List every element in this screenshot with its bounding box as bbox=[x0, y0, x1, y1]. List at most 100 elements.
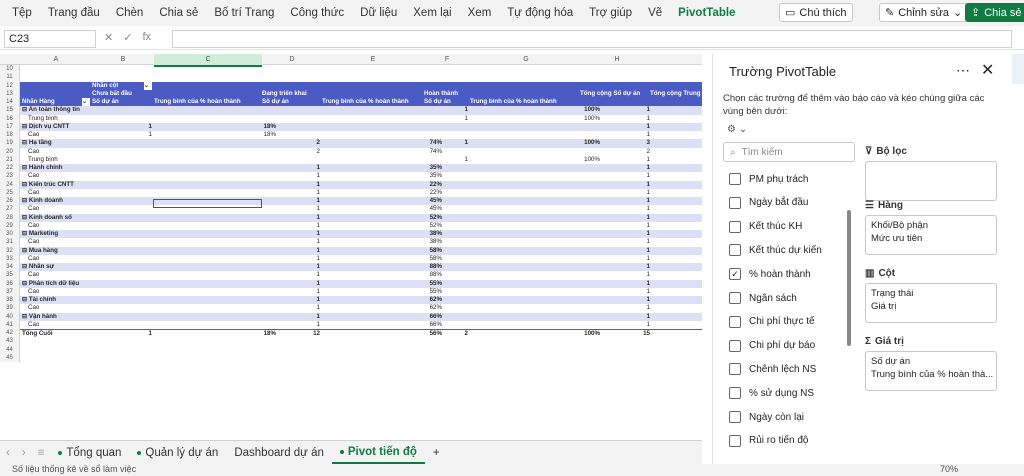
table-row[interactable]: Cao 1 52% 1 bbox=[20, 221, 702, 230]
row-number[interactable]: 45 bbox=[0, 353, 20, 362]
column-header[interactable]: C bbox=[154, 54, 262, 67]
table-row[interactable]: Trung bình 1 100% 1 bbox=[20, 155, 702, 164]
all-sheets-icon[interactable]: ≡ bbox=[32, 447, 51, 459]
share-button[interactable]: ⇪ Chia sẻ bbox=[965, 3, 1024, 22]
row-number[interactable]: 41 bbox=[0, 320, 20, 329]
values-drop-zone[interactable]: Số dự án Trung bình của % hoàn thà... bbox=[865, 351, 997, 391]
row-number[interactable]: 10 bbox=[0, 65, 20, 74]
ribbon-tab[interactable]: Tự động hóa bbox=[499, 7, 581, 19]
field-item[interactable]: Kết thúc KH bbox=[723, 216, 853, 238]
field-checkbox[interactable] bbox=[729, 363, 741, 376]
field-checkbox[interactable] bbox=[729, 244, 741, 257]
table-row[interactable]: ⊟ Hành chính 1 35% 1 bbox=[20, 164, 702, 173]
row-number[interactable]: 11 bbox=[0, 73, 20, 82]
columns-drop-zone[interactable]: Trạng thái Giá trị bbox=[865, 283, 997, 323]
field-search-input[interactable]: ⌕ Tìm kiếm bbox=[723, 142, 855, 162]
ribbon-tab[interactable]: Trang đầu bbox=[40, 7, 108, 19]
row-number[interactable]: 29 bbox=[0, 221, 20, 230]
field-checkbox[interactable] bbox=[729, 220, 741, 233]
table-row[interactable]: ⊟ Kiến trúc CNTT 1 22% 1 bbox=[20, 180, 702, 189]
row-number[interactable]: 30 bbox=[0, 230, 20, 239]
table-row[interactable]: Cao 1 22% 1 bbox=[20, 188, 702, 197]
table-row[interactable]: Cao 1 18% 1 bbox=[20, 131, 702, 140]
columns-item[interactable]: Trạng thái bbox=[871, 287, 991, 300]
table-row[interactable]: Cao 1 58% 1 bbox=[20, 254, 702, 263]
field-checkbox[interactable] bbox=[729, 315, 741, 328]
table-row[interactable]: Cao 1 55% 1 bbox=[20, 287, 702, 296]
column-header[interactable]: A bbox=[20, 54, 92, 65]
row-number[interactable]: 43 bbox=[0, 337, 20, 346]
cancel-icon[interactable]: ✕ bbox=[104, 31, 113, 44]
table-row[interactable]: ⊟ Dịch vụ CNTT 1 18% 1 bbox=[20, 122, 702, 131]
ribbon-tab[interactable]: Chèn bbox=[108, 7, 152, 19]
table-row[interactable]: Trung bình 1 100% 1 bbox=[20, 114, 702, 123]
columns-item[interactable]: Giá trị bbox=[871, 300, 991, 313]
table-row[interactable]: Cao 1 38% 1 bbox=[20, 238, 702, 247]
sheet-tab[interactable]: Tổng quan bbox=[50, 447, 129, 459]
field-item[interactable]: % sử dụng NS bbox=[723, 382, 853, 404]
column-header[interactable]: H bbox=[582, 54, 652, 65]
field-item[interactable]: Ngân sách bbox=[723, 287, 853, 309]
row-number[interactable]: 26 bbox=[0, 197, 20, 206]
ribbon-tab[interactable]: PivotTable bbox=[670, 7, 743, 19]
row-number[interactable]: 32 bbox=[0, 246, 20, 255]
table-row[interactable]: ⊟ An toàn thông tin 1 100% 1 bbox=[20, 106, 702, 115]
sheet-tab[interactable]: Quản lý dự án bbox=[129, 447, 226, 459]
row-number[interactable]: 12 bbox=[0, 81, 20, 90]
row-number[interactable]: 13 bbox=[0, 89, 20, 98]
table-row[interactable]: Cao 1 35% 1 bbox=[20, 172, 702, 181]
gear-icon[interactable]: ⚙ ⌄ bbox=[727, 124, 747, 135]
table-row[interactable]: ⊟ Tài chính 1 62% 1 bbox=[20, 296, 702, 305]
ribbon-tab[interactable]: Xem bbox=[460, 7, 500, 19]
ribbon-tab[interactable]: Công thức bbox=[282, 7, 352, 19]
column-header[interactable]: E bbox=[322, 54, 424, 65]
row-number[interactable]: 31 bbox=[0, 238, 20, 247]
row-number[interactable]: 17 bbox=[0, 122, 20, 131]
ribbon-tab[interactable]: Chia sẻ bbox=[151, 7, 206, 19]
ribbon-tab[interactable]: Dữ liệu bbox=[352, 7, 405, 19]
field-checkbox[interactable] bbox=[729, 173, 741, 185]
field-list-scrollbar[interactable] bbox=[847, 210, 851, 346]
row-number[interactable]: 44 bbox=[0, 345, 20, 354]
field-checkbox[interactable] bbox=[729, 292, 741, 304]
row-number[interactable]: 35 bbox=[0, 271, 20, 280]
filter-drop-zone[interactable] bbox=[865, 161, 997, 201]
side-pane-toggle[interactable] bbox=[1012, 54, 1024, 84]
spreadsheet-grid[interactable]: ABCDEFGH 10 11 12 Nhãn cột ⌄ 13 Chưa bắt đầu Đa… bbox=[0, 54, 702, 439]
field-item[interactable]: Chênh lệch NS bbox=[723, 358, 853, 380]
table-row[interactable]: ⊟ Mua hàng 1 58% 1 bbox=[20, 246, 702, 255]
field-checkbox[interactable] bbox=[729, 387, 741, 400]
field-item[interactable]: Rủi ro tiến độ bbox=[723, 430, 853, 452]
table-row[interactable]: ⊟ Nhân sự 1 88% 1 bbox=[20, 263, 702, 272]
table-row[interactable]: Cao 2 74% 2 bbox=[20, 147, 702, 156]
row-number[interactable]: 37 bbox=[0, 287, 20, 296]
check-icon[interactable]: ✓ bbox=[123, 31, 132, 44]
field-checkbox[interactable] bbox=[729, 196, 741, 209]
row-number[interactable]: 22 bbox=[0, 164, 20, 173]
values-item[interactable]: Trung bình của % hoàn thà... bbox=[871, 368, 993, 381]
row-number[interactable]: 28 bbox=[0, 213, 20, 222]
table-row[interactable]: Cao 1 45% 1 bbox=[20, 205, 702, 214]
pivot-header-row[interactable]: Nhãn Hàng Số dự án Trung bình của % hoàn t… bbox=[20, 98, 702, 107]
field-item[interactable]: Kết thúc dự kiến bbox=[723, 239, 853, 261]
add-sheet-button[interactable]: + bbox=[425, 447, 448, 459]
grand-total-row[interactable]: Tổng Cuối 1 18% 12 56% 2 100% 15 bbox=[20, 329, 702, 338]
row-number[interactable]: 34 bbox=[0, 263, 20, 272]
table-row[interactable]: ⊟ Hạ tầng 2 74% 1 100% 3 bbox=[20, 139, 702, 148]
name-box[interactable]: C23 bbox=[4, 30, 96, 48]
table-row[interactable]: ⊟ Vận hành 1 66% 1 bbox=[20, 312, 702, 321]
field-checkbox[interactable] bbox=[729, 434, 741, 447]
column-header[interactable]: F bbox=[424, 54, 470, 65]
table-row[interactable]: ⊟ Kinh doanh số 1 52% 1 bbox=[20, 213, 702, 222]
field-item[interactable]: Chi phí dự báo bbox=[723, 335, 853, 357]
fx-icon[interactable]: fx bbox=[142, 31, 151, 44]
table-row[interactable]: Cao 1 88% 1 bbox=[20, 271, 702, 280]
row-number[interactable]: 36 bbox=[0, 279, 20, 288]
row-number[interactable]: 16 bbox=[0, 114, 20, 123]
ribbon-tab[interactable]: Tệp bbox=[4, 7, 40, 19]
row-number[interactable]: 24 bbox=[0, 180, 20, 189]
formula-input[interactable] bbox=[172, 30, 1012, 48]
row-number[interactable]: 23 bbox=[0, 172, 20, 181]
field-item[interactable]: ✓ % hoàn thành bbox=[723, 263, 853, 285]
row-number[interactable]: 25 bbox=[0, 188, 20, 197]
